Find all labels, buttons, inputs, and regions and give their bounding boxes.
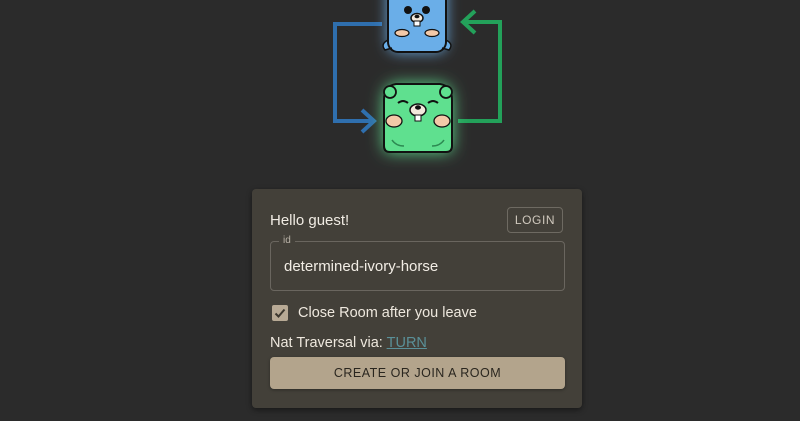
blue-arrow-icon bbox=[333, 22, 382, 134]
nat-traversal-link[interactable]: TURN bbox=[387, 335, 427, 351]
greeting-text: Hello guest! bbox=[270, 212, 350, 229]
green-gopher-icon bbox=[383, 83, 453, 153]
nat-traversal-row: Nat Traversal via: TURN bbox=[270, 335, 427, 351]
close-room-checkbox[interactable] bbox=[272, 305, 288, 321]
id-field-label: id bbox=[279, 235, 295, 246]
blue-gopher-icon bbox=[382, 0, 452, 53]
check-icon bbox=[274, 308, 286, 318]
room-card: Hello guest! LOGIN id determined-ivory-h… bbox=[252, 189, 582, 408]
create-or-join-room-button[interactable]: CREATE OR JOIN A ROOM bbox=[270, 357, 565, 389]
hero-illustration bbox=[0, 0, 800, 190]
nat-traversal-label: Nat Traversal via: bbox=[270, 335, 383, 351]
close-room-label[interactable]: Close Room after you leave bbox=[298, 305, 477, 321]
id-field[interactable]: id determined-ivory-horse bbox=[270, 235, 565, 291]
green-arrow-icon bbox=[458, 9, 502, 123]
login-button[interactable]: LOGIN bbox=[507, 207, 563, 233]
id-field-value: determined-ivory-horse bbox=[284, 258, 439, 275]
